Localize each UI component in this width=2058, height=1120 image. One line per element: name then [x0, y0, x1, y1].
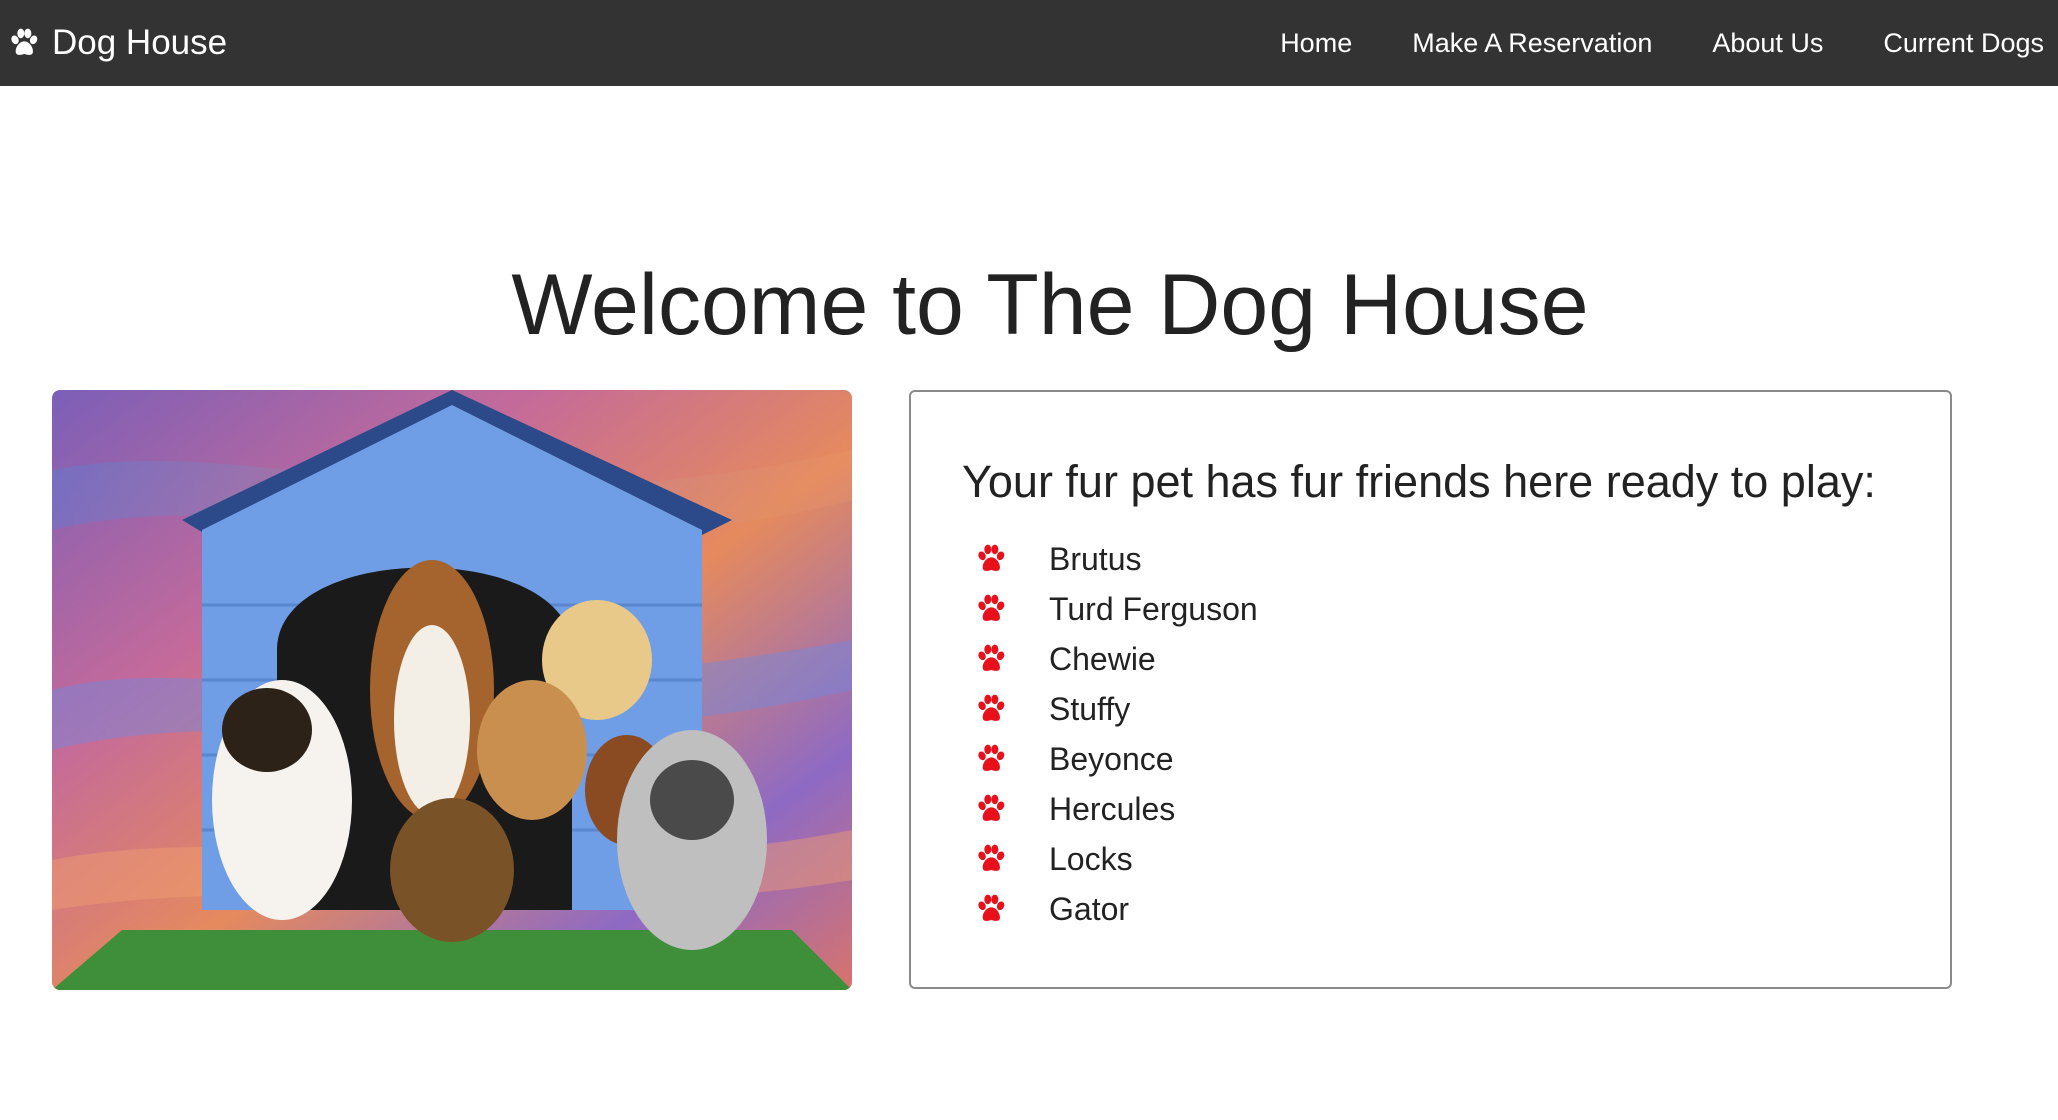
nav-link-about-us[interactable]: About Us [1712, 28, 1823, 59]
paw-icon [975, 843, 1007, 875]
dog-list: Brutus Turd Ferguson Chewie Stuffy Beyon… [975, 534, 1258, 934]
page-title: Welcome to The Dog House [511, 257, 1589, 353]
paw-icon [975, 893, 1007, 925]
dog-name: Turd Ferguson [1049, 590, 1258, 627]
dog-name: Beyonce [1049, 740, 1174, 777]
list-item: Chewie [975, 634, 1258, 684]
brand-title: Dog House [52, 23, 228, 62]
dog-name: Brutus [1049, 540, 1142, 577]
brand-link[interactable]: Dog House [8, 23, 227, 63]
nav-link-current-dogs[interactable]: Current Dogs [1883, 28, 2044, 59]
list-item: Brutus [975, 534, 1258, 584]
dog-name: Gator [1049, 890, 1130, 927]
list-item: Beyonce [975, 734, 1258, 784]
friends-card: Your fur pet has fur friends here ready … [909, 390, 1952, 989]
nav-link-home[interactable]: Home [1280, 28, 1352, 59]
paw-icon [975, 743, 1007, 775]
list-item: Stuffy [975, 684, 1258, 734]
dog-name: Hercules [1049, 790, 1176, 827]
paw-icon [975, 793, 1007, 825]
dog-name: Stuffy [1049, 690, 1131, 727]
nav-link-make-a-reservation[interactable]: Make A Reservation [1412, 28, 1652, 59]
dog-house-photo [52, 390, 852, 990]
paw-icon [975, 543, 1007, 575]
list-item: Hercules [975, 784, 1258, 834]
dog-name: Chewie [1049, 640, 1156, 677]
paw-icon [975, 643, 1007, 675]
list-item: Gator [975, 884, 1258, 934]
list-item: Turd Ferguson [975, 584, 1258, 634]
friends-heading: Your fur pet has fur friends here ready … [962, 456, 1876, 507]
list-item: Locks [975, 834, 1258, 884]
nav-links: Home Make A Reservation About Us Current… [1220, 0, 2044, 86]
paw-icon [975, 693, 1007, 725]
paw-icon [8, 27, 40, 59]
dog-name: Locks [1049, 840, 1133, 877]
top-navbar: Dog House Home Make A Reservation About … [0, 0, 2058, 86]
paw-icon [975, 593, 1007, 625]
